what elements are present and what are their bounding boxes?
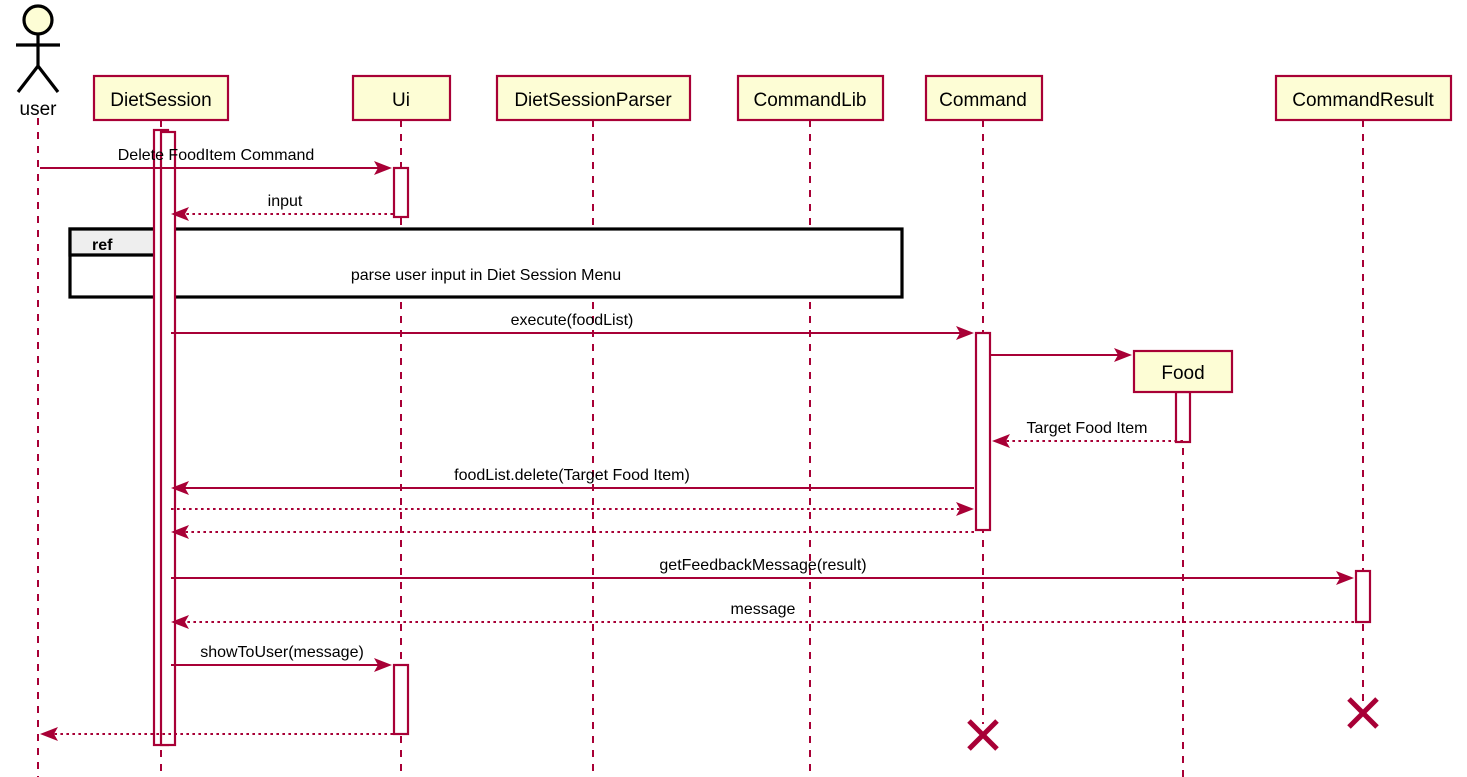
fragment-ref-parse-user-input: ref parse user input in Diet Session Men… — [68, 227, 904, 299]
message-showtouser[interactable]: showToUser(message) — [171, 644, 392, 672]
message-label: getFeedbackMessage(result) — [659, 557, 866, 574]
message-target-food-item[interactable]: Target Food Item — [992, 420, 1183, 448]
actor-label: user — [20, 99, 58, 120]
message-getfeedbackmessage[interactable]: getFeedbackMessage(result) — [171, 557, 1354, 585]
message-delete-fooditem-command[interactable]: Delete FoodItem Command — [40, 147, 392, 175]
participant-commandresult[interactable]: CommandResult — [1274, 74, 1453, 122]
message-execute-return[interactable] — [171, 525, 974, 539]
participant-command[interactable]: Command — [924, 74, 1044, 122]
participant-food[interactable]: Food — [1132, 349, 1234, 394]
activation-commandresult-feedback — [1354, 569, 1372, 624]
ref-body-label: parse user input in Diet Session Menu — [351, 267, 621, 284]
destruction-markers-layer — [967, 697, 1379, 751]
participant-label: DietSession — [110, 90, 211, 111]
activation-command-execute — [974, 331, 992, 532]
message-execute-foodlist[interactable]: execute(foodList) — [171, 312, 974, 340]
message-label: Target Food Item — [1027, 420, 1148, 437]
sequence-diagram-canvas: ref parse user input in Diet Session Men… — [16, 4, 1453, 777]
message-label: foodList.delete(Target Food Item) — [454, 467, 690, 484]
activation-ui-receive-command — [392, 166, 410, 219]
participant-ui[interactable]: Ui — [351, 74, 452, 122]
ref-operator-label: ref — [92, 237, 113, 254]
message-delete-return[interactable] — [171, 502, 974, 516]
message-foodlist-delete[interactable]: foodList.delete(Target Food Item) — [171, 467, 974, 495]
participant-label: CommandLib — [754, 90, 867, 111]
participant-dietsessionparser[interactable]: DietSessionParser — [495, 74, 692, 122]
activation-dietsession-inner — [159, 130, 177, 747]
message-message-return[interactable]: message — [171, 601, 1354, 629]
activation-food-create — [1174, 390, 1192, 444]
participant-label: DietSessionParser — [514, 90, 672, 111]
message-input[interactable]: input — [171, 193, 393, 221]
message-label: Delete FoodItem Command — [118, 147, 315, 164]
message-create-food[interactable] — [990, 348, 1132, 362]
message-label: message — [731, 601, 796, 618]
actor-user[interactable]: user — [16, 4, 60, 120]
message-label: execute(foodList) — [511, 312, 634, 329]
actor-leg-left-icon — [16, 65, 40, 93]
destroy-marker-commandresult — [1347, 697, 1379, 729]
message-label: showToUser(message) — [200, 644, 364, 661]
participant-label: Ui — [392, 90, 410, 111]
actor-leg-right-icon — [36, 65, 60, 93]
lifelines-layer — [37, 118, 1364, 777]
participant-label: Food — [1161, 363, 1204, 384]
participant-label: Command — [939, 90, 1027, 111]
destroy-marker-command — [967, 719, 999, 751]
participant-commandlib[interactable]: CommandLib — [736, 74, 885, 122]
actor-head-icon — [22, 4, 54, 36]
activation-ui-showtouser — [392, 663, 410, 736]
participant-dietsession[interactable]: DietSession — [92, 74, 230, 122]
ref-frame-border — [68, 227, 904, 299]
message-label: input — [268, 193, 303, 210]
participant-label: CommandResult — [1292, 90, 1434, 111]
message-final-return-to-user[interactable] — [40, 727, 393, 741]
